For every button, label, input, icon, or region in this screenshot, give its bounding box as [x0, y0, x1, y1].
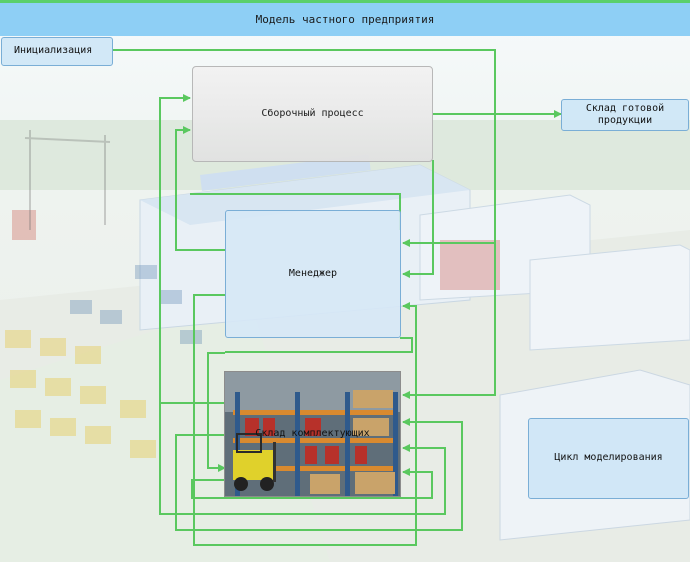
node-simulation-cycle[interactable]: Цикл моделирования	[528, 418, 689, 499]
node-manager-label: Менеджер	[288, 267, 338, 279]
node-assembly-process-label: Сборочный процесс	[261, 107, 364, 119]
node-finished-goods-warehouse[interactable]: Склад готовой продукции	[561, 99, 689, 131]
node-assembly-process[interactable]: Сборочный процесс	[192, 66, 433, 162]
node-manager[interactable]: Менеджер	[225, 210, 401, 338]
node-components-warehouse[interactable]: Склад комплектующих	[224, 371, 401, 497]
node-initialization[interactable]: Инициализация	[1, 37, 113, 66]
node-initialization-label: Инициализация	[14, 45, 93, 57]
node-components-warehouse-label: Склад комплектующих	[255, 427, 370, 439]
node-simulation-cycle-label: Цикл моделирования	[554, 452, 663, 464]
node-finished-goods-warehouse-label: Склад готовой продукции	[585, 102, 665, 127]
diagram-title: Модель частного предприятия	[0, 0, 690, 36]
